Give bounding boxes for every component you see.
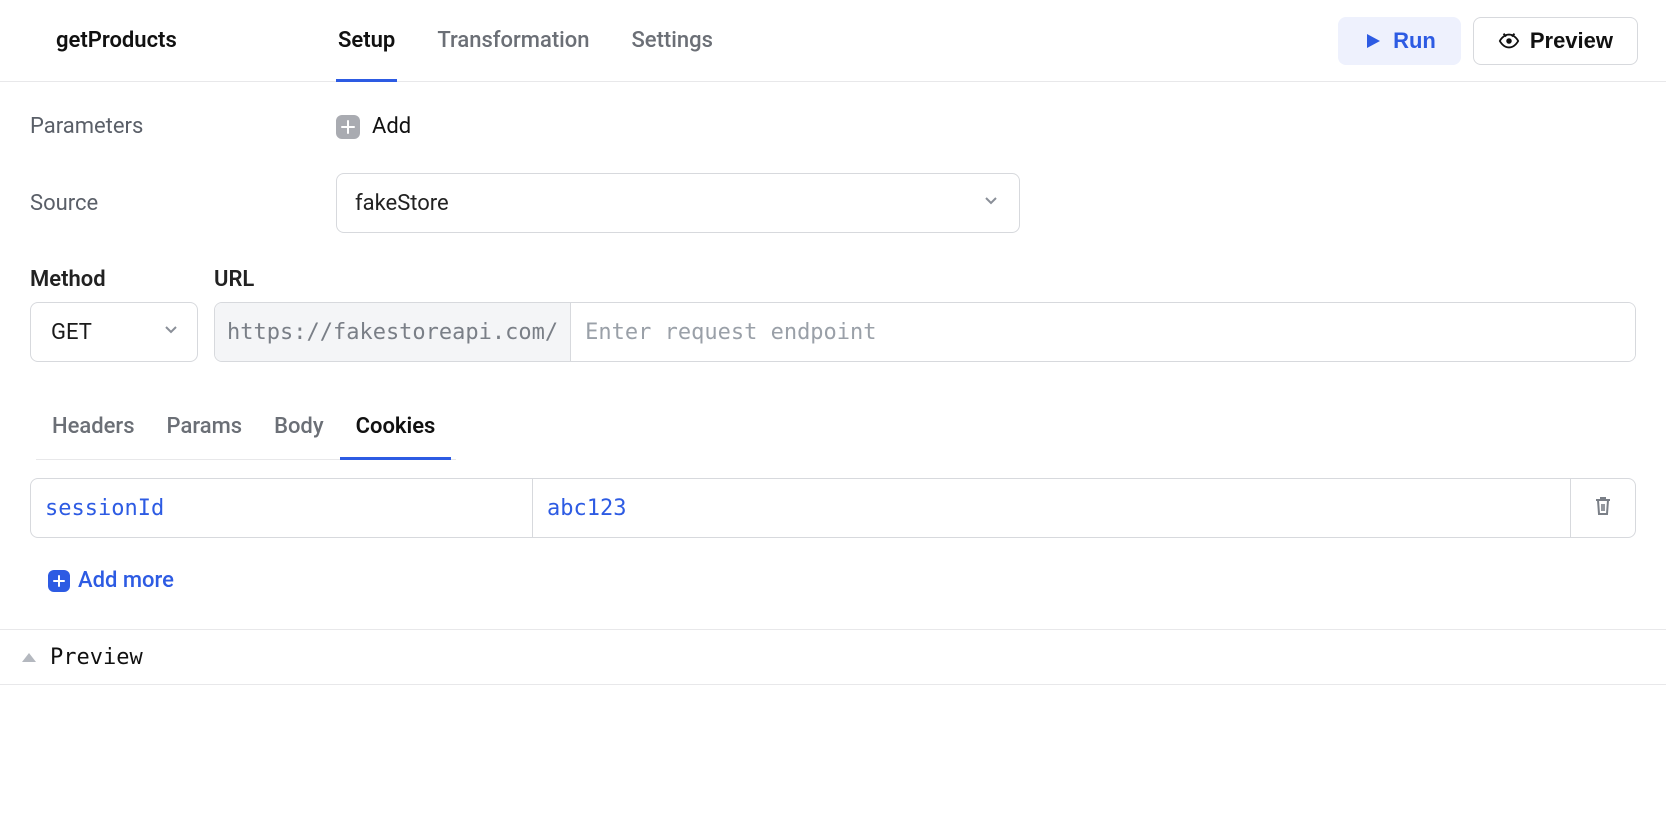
eye-icon (1498, 30, 1520, 52)
method-label: Method (30, 267, 198, 292)
subtab-headers[interactable]: Headers (36, 402, 151, 460)
parameters-row: Parameters Add (30, 114, 1636, 139)
trash-icon (1593, 495, 1613, 521)
subtab-cookies[interactable]: Cookies (340, 402, 452, 460)
cookie-key-input[interactable] (31, 479, 533, 537)
url-col: URL https://fakestoreapi.com/ (214, 267, 1636, 362)
method-select-value: GET (51, 320, 92, 345)
triangle-up-icon (22, 653, 36, 662)
cookie-row (30, 478, 1636, 538)
add-parameter-label: Add (372, 114, 411, 139)
source-label: Source (30, 191, 336, 216)
run-button[interactable]: Run (1338, 17, 1461, 65)
source-select-value: fakeStore (355, 191, 449, 216)
method-select[interactable]: GET (30, 302, 198, 362)
subtab-body[interactable]: Body (258, 402, 340, 460)
request-config: Headers Params Body Cookies Add more (30, 402, 1636, 593)
url-input-group: https://fakestoreapi.com/ (214, 302, 1636, 362)
tab-transformation[interactable]: Transformation (435, 1, 591, 82)
preview-panel-label: Preview (50, 645, 143, 670)
request-tabs: Headers Params Body Cookies (36, 402, 456, 460)
source-select[interactable]: fakeStore (336, 173, 1020, 233)
delete-cookie-button[interactable] (1571, 479, 1635, 537)
content-area: Parameters Add Source fakeStore Method G… (0, 82, 1666, 593)
run-button-label: Run (1393, 28, 1436, 54)
page-title: getProducts (56, 28, 336, 53)
add-parameter-button[interactable]: Add (336, 114, 411, 139)
primary-tabs: Setup Transformation Settings (336, 0, 715, 81)
url-label: URL (214, 267, 1636, 292)
chevron-down-icon (161, 319, 181, 345)
method-col: Method GET (30, 267, 198, 362)
tab-setup[interactable]: Setup (336, 1, 397, 82)
topbar: getProducts Setup Transformation Setting… (0, 0, 1666, 82)
parameters-label: Parameters (30, 114, 336, 139)
source-row: Source fakeStore (30, 173, 1636, 233)
add-more-cookies-button[interactable]: Add more (48, 568, 174, 593)
add-more-label: Add more (78, 568, 174, 593)
preview-button[interactable]: Preview (1473, 17, 1638, 65)
url-prefix: https://fakestoreapi.com/ (215, 303, 571, 361)
play-icon (1363, 31, 1383, 51)
top-actions: Run Preview (1338, 17, 1638, 65)
preview-panel-toggle[interactable]: Preview (0, 629, 1666, 685)
subtab-params[interactable]: Params (151, 402, 259, 460)
plus-icon (336, 115, 360, 139)
cookie-value-input[interactable] (533, 479, 1571, 537)
tab-settings[interactable]: Settings (629, 1, 714, 82)
method-url-row: Method GET URL https://fakestoreapi.com/ (30, 267, 1636, 362)
url-input[interactable] (571, 303, 1635, 361)
plus-icon (48, 570, 70, 592)
chevron-down-icon (981, 190, 1001, 216)
preview-button-label: Preview (1530, 28, 1613, 54)
